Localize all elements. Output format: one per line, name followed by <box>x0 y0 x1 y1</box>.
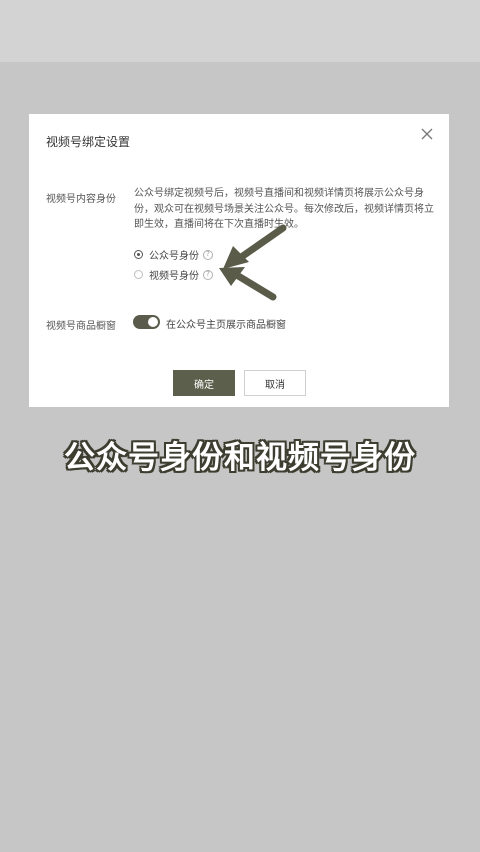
confirm-button[interactable]: 确定 <box>173 370 235 396</box>
radio-label: 视频号身份 <box>149 271 199 282</box>
caption-text: 公众号身份和视频号身份 <box>64 440 416 476</box>
close-button[interactable] <box>419 126 435 142</box>
help-icon[interactable]: ? <box>203 269 213 280</box>
dialog-title: 视频号绑定设置 <box>46 135 131 149</box>
product-window-toggle[interactable] <box>133 315 160 329</box>
radio-option-channels[interactable]: 视频号身份 ? <box>134 267 213 282</box>
radio-label: 公众号身份 <box>149 251 199 262</box>
background-top-band <box>0 0 480 62</box>
product-window-toggle-label: 在公众号主页展示商品橱窗 <box>166 320 286 331</box>
radio-unchecked-icon[interactable] <box>134 270 143 279</box>
arrow-icon <box>219 267 277 301</box>
close-icon <box>421 128 433 140</box>
cancel-button[interactable]: 取消 <box>244 370 306 396</box>
product-window-label: 视频号商品橱窗 <box>46 321 116 332</box>
content-identity-label: 视频号内容身份 <box>46 194 116 205</box>
help-icon[interactable]: ? <box>203 249 213 260</box>
radio-checked-icon[interactable] <box>134 250 143 259</box>
binding-settings-dialog: 视频号绑定设置 视频号内容身份 公众号绑定视频号后，视频号直播间和视频详情页将展… <box>29 114 449 407</box>
radio-option-official-account[interactable]: 公众号身份 ? <box>134 247 213 262</box>
